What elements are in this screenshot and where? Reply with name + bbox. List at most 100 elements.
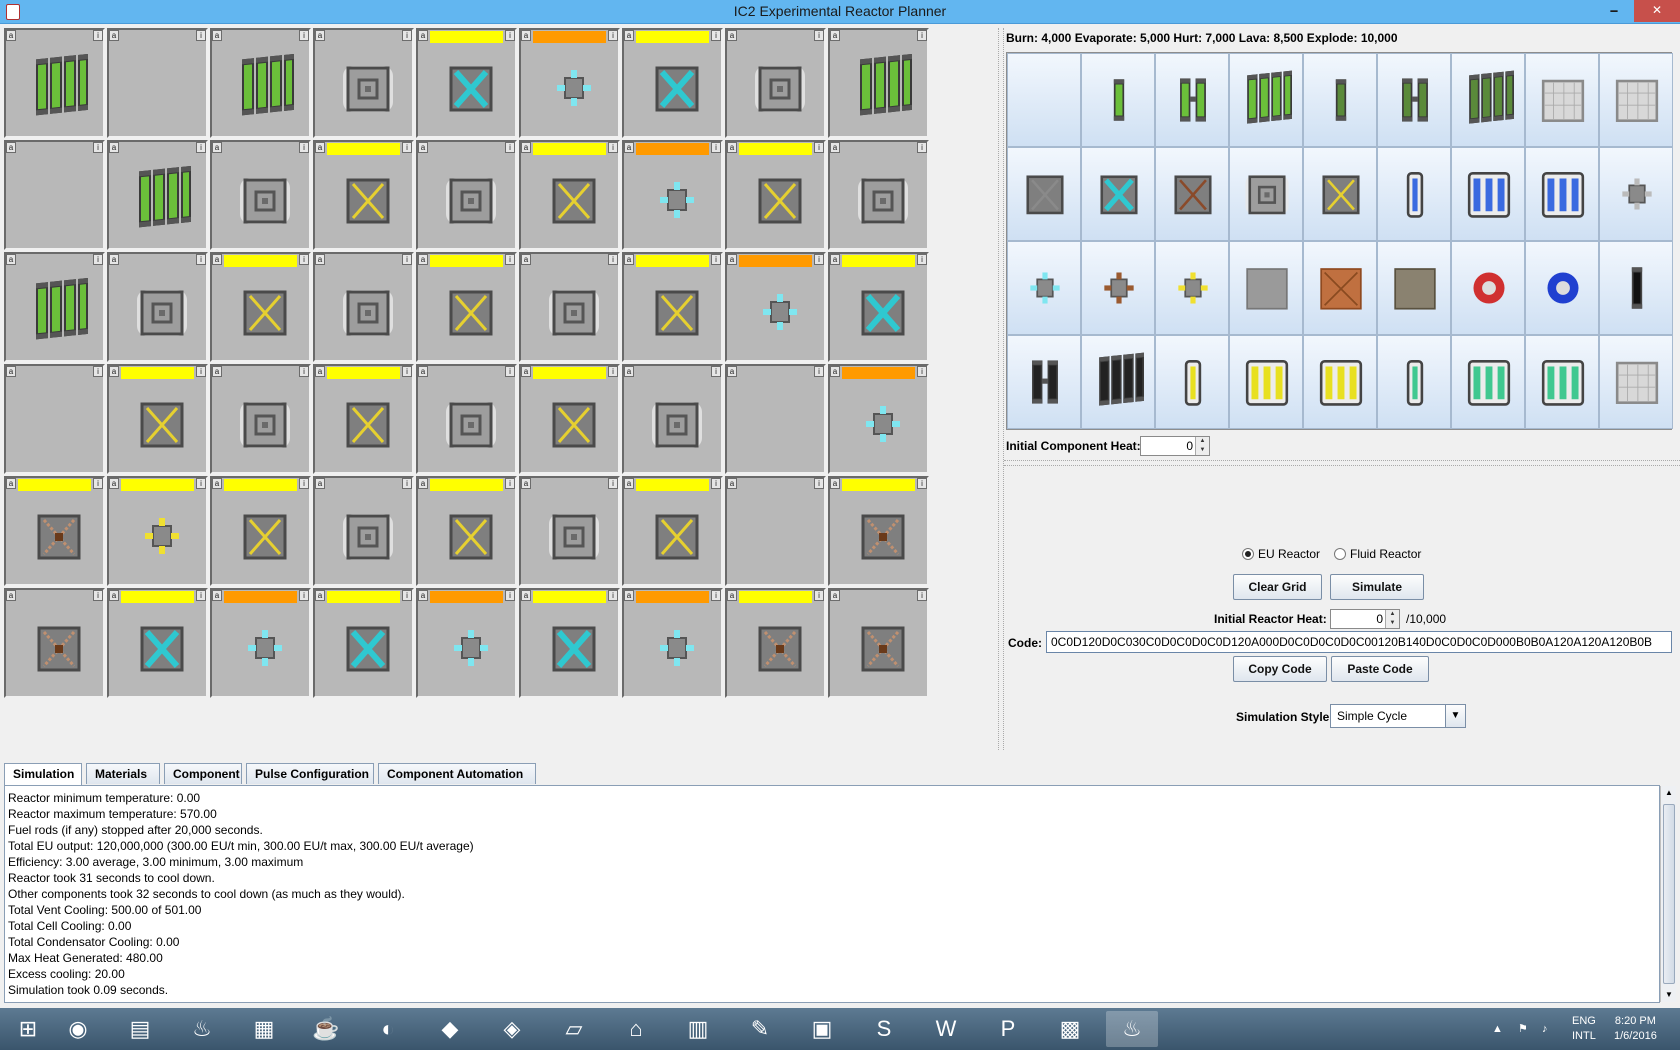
automation-toggle-icon[interactable]: a xyxy=(109,590,119,601)
palette-item-plating[interactable] xyxy=(1525,53,1599,147)
palette-item-blue-gear[interactable] xyxy=(1525,241,1599,335)
reactor-slot[interactable]: ai xyxy=(313,364,414,474)
info-icon[interactable]: i xyxy=(93,478,103,489)
automation-toggle-icon[interactable]: a xyxy=(624,254,634,265)
palette-item-lzh-6[interactable] xyxy=(1525,335,1599,429)
reactor-slot[interactable]: ai xyxy=(519,252,620,362)
spinner-arrows-icon[interactable]: ▲ ▼ xyxy=(1195,437,1209,455)
reactor-slot[interactable]: ai xyxy=(107,364,208,474)
palette-item-dual-dark[interactable] xyxy=(1007,335,1081,429)
scroll-up-icon[interactable]: ▲ xyxy=(1661,786,1677,800)
automation-toggle-icon[interactable]: a xyxy=(315,142,325,153)
info-icon[interactable]: i xyxy=(505,142,515,153)
automation-toggle-icon[interactable]: a xyxy=(212,30,222,41)
automation-toggle-icon[interactable]: a xyxy=(212,254,222,265)
automation-toggle-icon[interactable]: a xyxy=(418,30,428,41)
code-field[interactable]: 0C0D120D0C030C0D0C0D0C0D120A000D0C0D0C0D… xyxy=(1046,631,1672,653)
automation-toggle-icon[interactable]: a xyxy=(315,30,325,41)
automation-toggle-icon[interactable]: a xyxy=(521,142,531,153)
automation-toggle-icon[interactable]: a xyxy=(6,590,16,601)
info-icon[interactable]: i xyxy=(711,590,721,601)
reactor-slot[interactable]: ai xyxy=(210,252,311,362)
palette-item-rsh-1[interactable] xyxy=(1155,335,1229,429)
info-icon[interactable]: i xyxy=(196,254,206,265)
palette-item-rsh-3[interactable] xyxy=(1229,335,1303,429)
reactor-slot[interactable]: ai xyxy=(107,588,208,698)
automation-toggle-icon[interactable]: a xyxy=(521,366,531,377)
info-icon[interactable]: i xyxy=(711,142,721,153)
tab-component[interactable]: Component xyxy=(164,763,242,784)
automation-toggle-icon[interactable]: a xyxy=(418,478,428,489)
reactor-slot[interactable]: ai xyxy=(725,364,826,474)
info-icon[interactable]: i xyxy=(608,366,618,377)
language-indicator[interactable]: ENG INTL xyxy=(1572,1014,1596,1044)
palette-item-cyan[interactable] xyxy=(1081,147,1155,241)
automation-toggle-icon[interactable]: a xyxy=(727,478,737,489)
clear-grid-button[interactable]: Clear Grid xyxy=(1233,574,1322,600)
info-icon[interactable]: i xyxy=(917,30,927,41)
info-icon[interactable]: i xyxy=(711,366,721,377)
info-icon[interactable]: i xyxy=(93,366,103,377)
info-icon[interactable]: i xyxy=(402,254,412,265)
automation-toggle-icon[interactable]: a xyxy=(6,366,16,377)
palette-item-coolant-60k[interactable] xyxy=(1525,147,1599,241)
automation-toggle-icon[interactable]: a xyxy=(521,478,531,489)
palette-item-lzh-3[interactable] xyxy=(1451,335,1525,429)
info-icon[interactable]: i xyxy=(299,142,309,153)
palette-item-rsh-6[interactable] xyxy=(1303,335,1377,429)
reactor-slot[interactable]: ai xyxy=(210,28,311,138)
palette-item-dual[interactable] xyxy=(1155,53,1229,147)
tab-pulse-configuration[interactable]: Pulse Configuration xyxy=(246,763,374,784)
automation-toggle-icon[interactable]: a xyxy=(830,254,840,265)
palette-item-single-mox[interactable] xyxy=(1303,53,1377,147)
automation-toggle-icon[interactable]: a xyxy=(624,366,634,377)
reactor-slot[interactable]: ai xyxy=(416,28,517,138)
simulate-button[interactable]: Simulate xyxy=(1330,574,1424,600)
reactor-slot[interactable]: ai xyxy=(313,476,414,586)
info-icon[interactable]: i xyxy=(402,366,412,377)
automation-toggle-icon[interactable]: a xyxy=(727,254,737,265)
info-icon[interactable]: i xyxy=(93,254,103,265)
automation-toggle-icon[interactable]: a xyxy=(315,478,325,489)
palette-item-vent[interactable] xyxy=(1229,147,1303,241)
tab-materials[interactable]: Materials xyxy=(86,763,160,784)
info-icon[interactable]: i xyxy=(917,142,927,153)
palette-item-quad-dark[interactable] xyxy=(1081,335,1155,429)
automation-toggle-icon[interactable]: a xyxy=(6,478,16,489)
reactor-slot[interactable]: ai xyxy=(519,588,620,698)
reactor-slot[interactable]: ai xyxy=(4,140,105,250)
info-icon[interactable]: i xyxy=(608,590,618,601)
info-icon[interactable]: i xyxy=(402,30,412,41)
reactor-slot[interactable]: ai xyxy=(725,588,826,698)
info-icon[interactable]: i xyxy=(196,478,206,489)
reactor-slot[interactable]: ai xyxy=(828,476,929,586)
close-button[interactable]: ✕ xyxy=(1634,0,1680,22)
automation-toggle-icon[interactable]: a xyxy=(830,30,840,41)
info-icon[interactable]: i xyxy=(608,254,618,265)
automation-toggle-icon[interactable]: a xyxy=(418,142,428,153)
info-icon[interactable]: i xyxy=(608,478,618,489)
reactor-slot[interactable]: ai xyxy=(519,140,620,250)
info-icon[interactable]: i xyxy=(814,30,824,41)
reactor-slot[interactable]: ai xyxy=(210,140,311,250)
reactor-slot[interactable]: ai xyxy=(828,140,929,250)
reactor-slot[interactable]: ai xyxy=(622,588,723,698)
info-icon[interactable]: i xyxy=(608,30,618,41)
info-icon[interactable]: i xyxy=(299,30,309,41)
automation-toggle-icon[interactable]: a xyxy=(624,478,634,489)
palette-item-small-brown[interactable] xyxy=(1081,241,1155,335)
horizontal-split-divider[interactable] xyxy=(1004,460,1680,466)
automation-toggle-icon[interactable]: a xyxy=(212,478,222,489)
file-explorer-icon[interactable]: ▤ xyxy=(114,1011,166,1047)
palette-item-yellow[interactable] xyxy=(1303,147,1377,241)
eu-reactor-radio[interactable]: EU Reactor xyxy=(1242,547,1320,561)
info-icon[interactable]: i xyxy=(814,142,824,153)
info-icon[interactable]: i xyxy=(299,590,309,601)
automation-toggle-icon[interactable]: a xyxy=(418,254,428,265)
volume-icon[interactable]: ♪ xyxy=(1542,1022,1548,1037)
info-icon[interactable]: i xyxy=(93,590,103,601)
minimize-button[interactable]: 🗕 xyxy=(1600,0,1628,22)
simulation-style-dropdown[interactable]: Simple Cycle ▼ xyxy=(1330,704,1466,728)
reactor-slot[interactable]: ai xyxy=(622,252,723,362)
info-icon[interactable]: i xyxy=(299,478,309,489)
